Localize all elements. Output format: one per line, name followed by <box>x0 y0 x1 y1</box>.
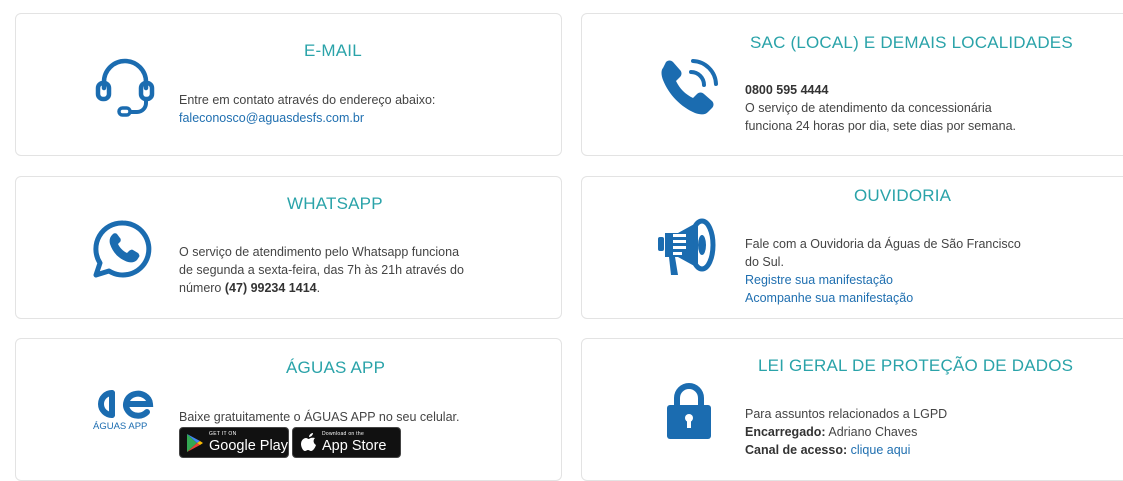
sac-card: SAC (LOCAL) E DEMAIS LOCALIDADES 0800 59… <box>581 13 1123 156</box>
sac-phone-number: 0800 595 4444 <box>745 83 829 97</box>
google-play-small-text: GET IT ON <box>209 431 237 437</box>
whatsapp-description-line1: O serviço de atendimento pelo Whatsapp f… <box>179 245 460 259</box>
whatsapp-number-suffix: . <box>316 281 321 295</box>
phone-icon <box>658 58 720 118</box>
app-store-big-text: App Store <box>322 438 387 454</box>
lgpd-channel-link[interactable]: clique aqui <box>851 443 911 457</box>
lgpd-channel-label: Canal de acesso: <box>745 443 848 457</box>
whatsapp-icon <box>92 219 154 279</box>
whatsapp-number-prefix: número <box>179 281 222 295</box>
headset-icon <box>95 56 155 118</box>
lgpd-card: LEI GERAL DE PROTEÇÃO DE DADOS Para assu… <box>581 338 1123 481</box>
whatsapp-description-line3: número (47) 99234 1414. <box>179 279 320 297</box>
google-play-button[interactable]: GET IT ON Google Play <box>179 427 289 458</box>
sac-description-line2: funciona 24 horas por dia, sete dias por… <box>745 119 1017 133</box>
app-store-small-text: Download on the <box>322 431 365 437</box>
email-address-link[interactable]: faleconosco@aguasdesfs.com.br <box>179 109 364 127</box>
register-manifestation-link[interactable]: Registre sua manifestação <box>745 271 893 289</box>
lgpd-manager: Encarregado: Adriano Chaves <box>745 423 917 441</box>
lgpd-manager-label: Encarregado: <box>745 425 826 439</box>
app-store-button[interactable]: Download on the App Store <box>292 427 401 458</box>
email-card: E-MAIL Entre em contato através do ender… <box>15 13 562 156</box>
lgpd-card-title: LEI GERAL DE PROTEÇÃO DE DADOS <box>758 356 1074 375</box>
lgpd-description: Para assuntos relacionados a LGPD <box>745 407 948 421</box>
app-description: Baixe gratuitamente o ÁGUAS APP no seu c… <box>179 410 460 424</box>
ouvidoria-description-line1: Fale com a Ouvidoria da Águas de São Fra… <box>745 237 1021 251</box>
app-card-title: ÁGUAS APP <box>286 358 386 377</box>
whatsapp-card: WHATSAPP O serviço de atendimento pelo W… <box>15 176 562 319</box>
google-play-icon <box>187 434 203 452</box>
follow-manifestation-link[interactable]: Acompanhe sua manifestação <box>745 289 913 307</box>
whatsapp-number: (47) 99234 1414 <box>224 281 317 295</box>
ouvidoria-card: OUVIDORIA Fale com a Ouvidoria da Águas … <box>581 176 1123 319</box>
lgpd-manager-name: Adriano Chaves <box>828 425 918 439</box>
sac-card-title: SAC (LOCAL) E DEMAIS LOCALIDADES <box>750 33 1073 52</box>
apple-icon <box>301 433 316 451</box>
aguas-app-logo: ÁGUAS APP <box>92 387 156 435</box>
whatsapp-description-line2: de segunda a sexta-feira, das 7h às 21h … <box>179 263 464 277</box>
aguas-app-logo-text: ÁGUAS APP <box>93 421 148 432</box>
ouvidoria-description-line2: do Sul. <box>745 255 784 269</box>
email-description: Entre em contato através do endereço aba… <box>179 93 436 107</box>
ouvidoria-card-title: OUVIDORIA <box>854 186 952 205</box>
google-play-big-text: Google Play <box>209 438 288 454</box>
app-card: ÁGUAS APP ÁGUAS APP Baixe gratuitamente … <box>15 338 562 481</box>
megaphone-icon <box>656 217 720 279</box>
whatsapp-card-title: WHATSAPP <box>287 194 383 213</box>
email-card-title: E-MAIL <box>304 41 362 60</box>
sac-description-line1: O serviço de atendimento da concessionár… <box>745 101 992 115</box>
lgpd-channel: Canal de acesso: clique aqui <box>745 441 910 459</box>
padlock-icon <box>664 381 714 441</box>
